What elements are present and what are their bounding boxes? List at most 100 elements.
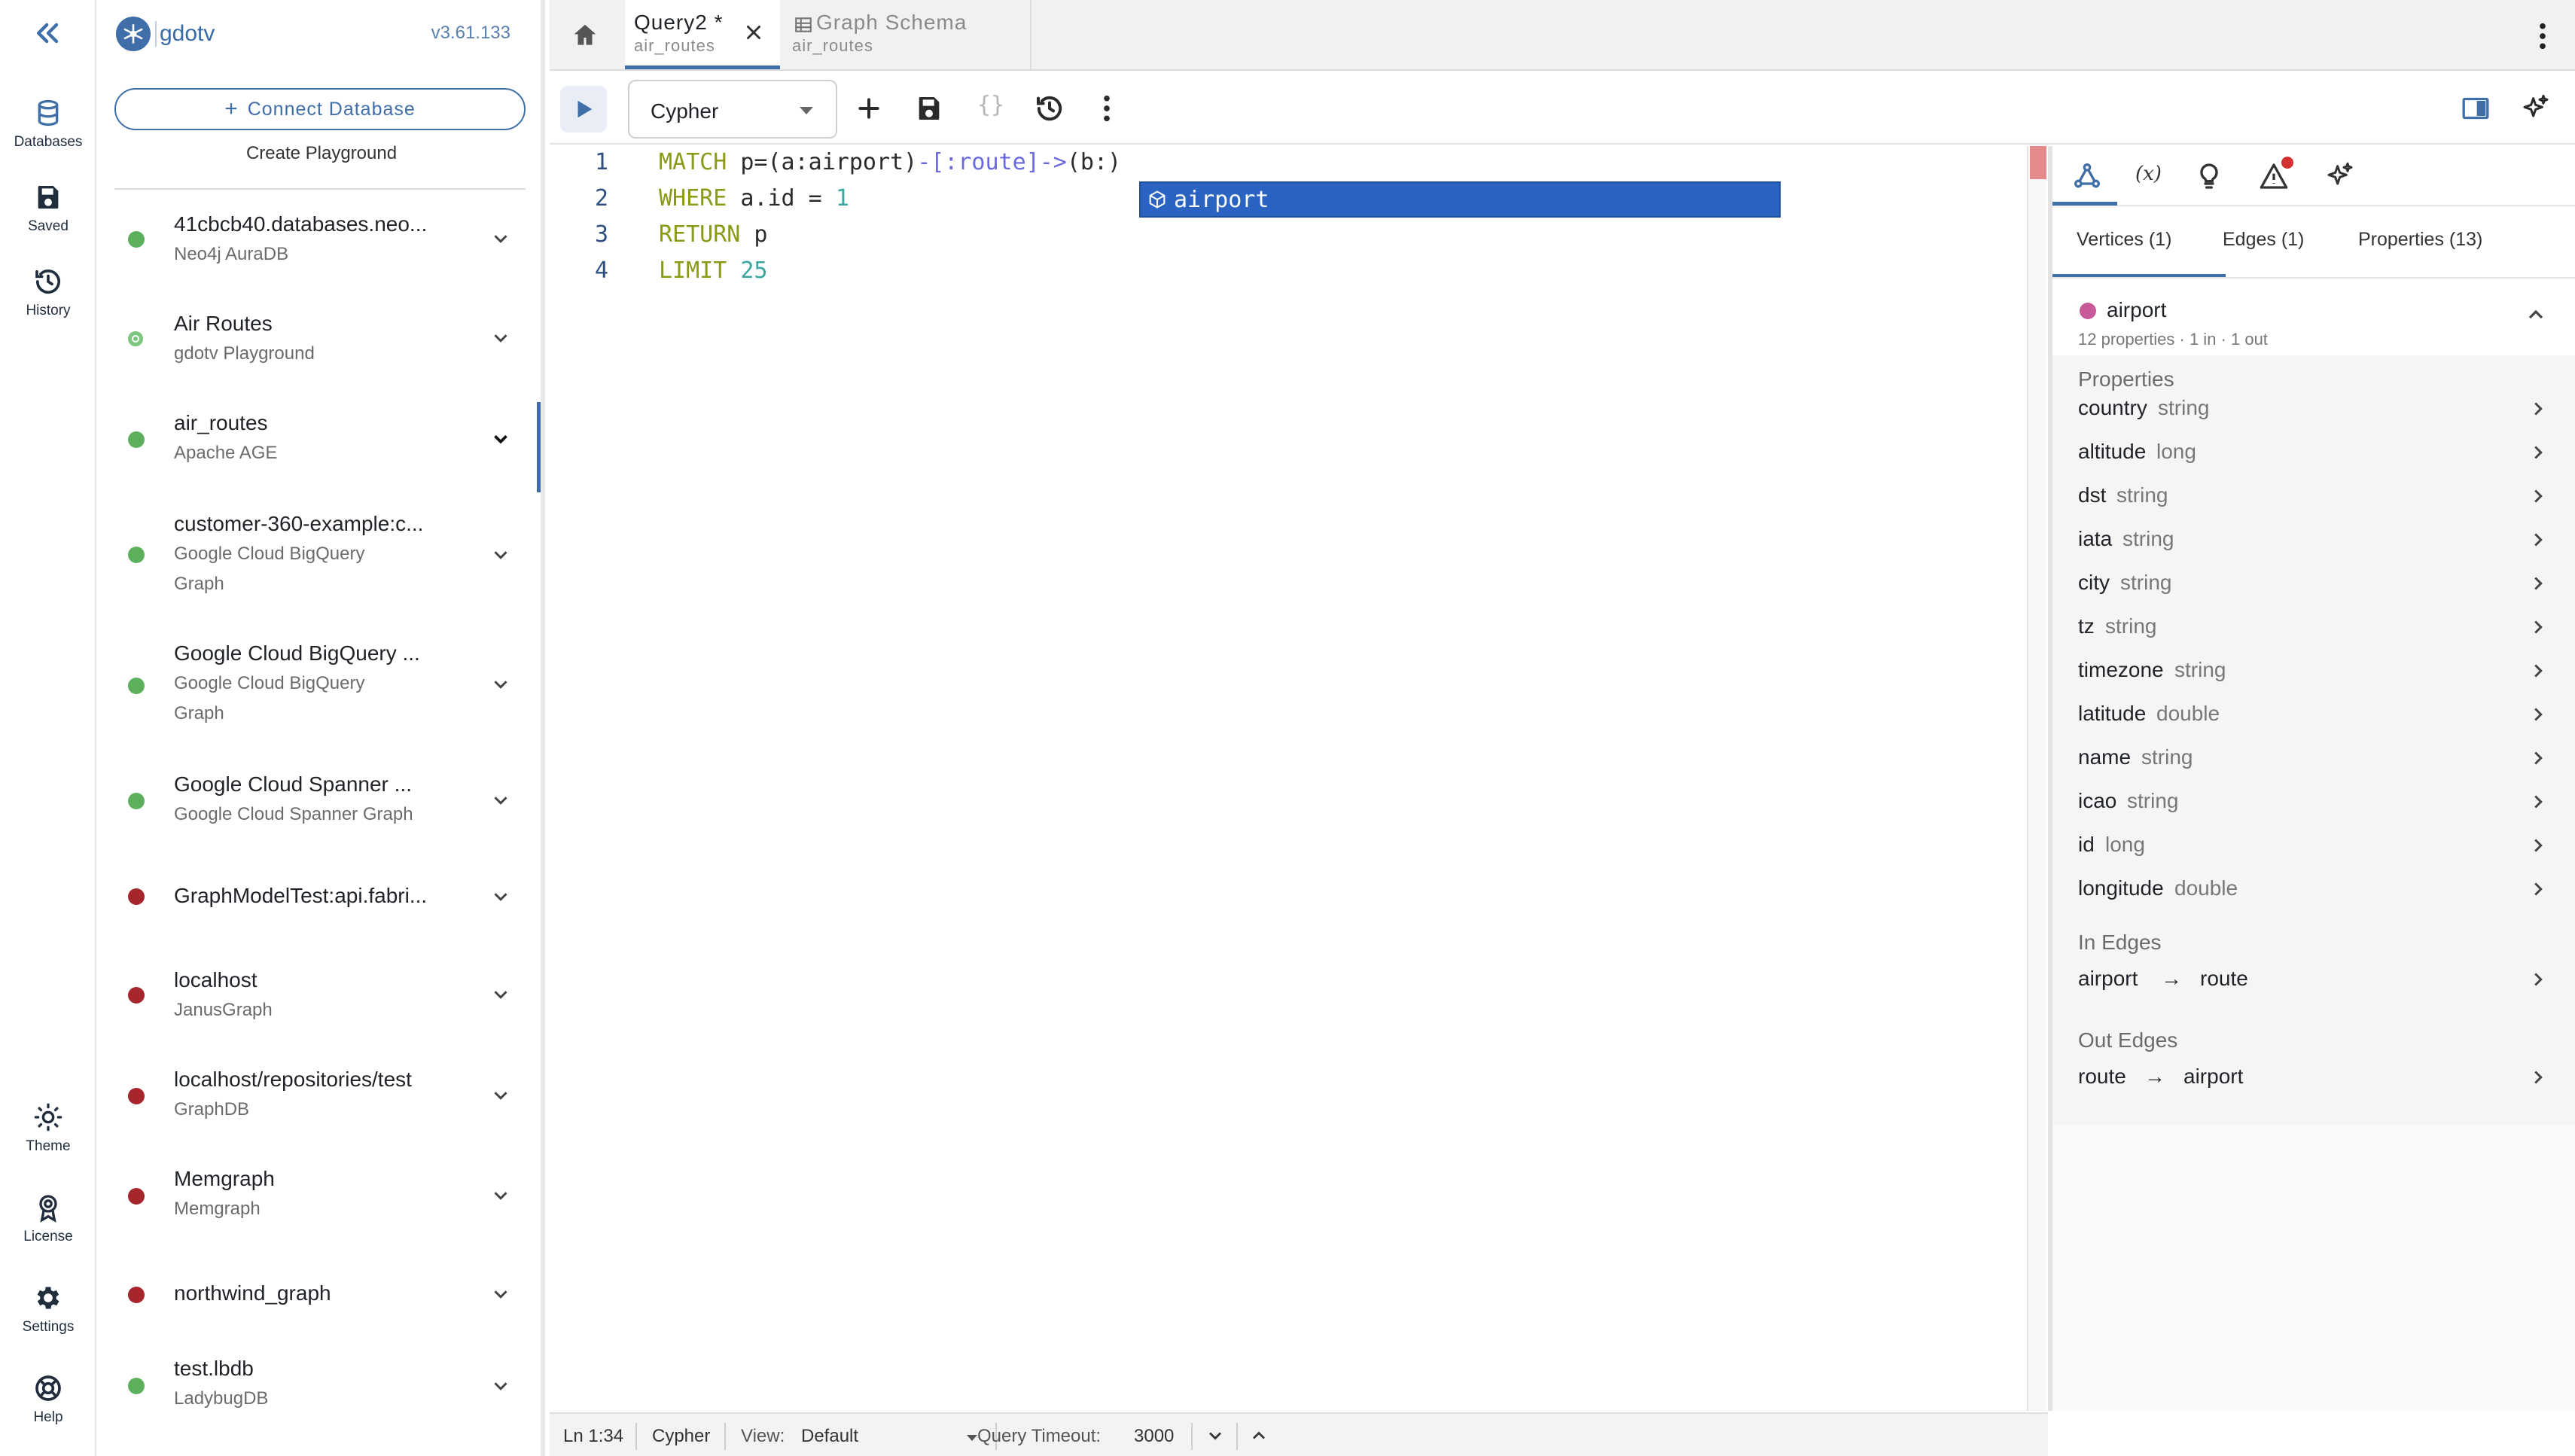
database-item[interactable]: customer-360-example:c... Google Cloud B… <box>98 501 541 614</box>
property-row[interactable]: timezone string <box>2052 649 2575 693</box>
vertex-header[interactable]: airport 12 properties · 1 in · 1 out <box>2052 280 2575 355</box>
ai-sparkle-icon[interactable] <box>2521 93 2551 123</box>
rail-databases-button[interactable]: Databases <box>0 98 96 151</box>
database-item[interactable]: 41cbcb40.databases.neo... Neo4j AuraDB <box>98 202 541 292</box>
save-query-icon[interactable] <box>914 93 944 123</box>
chevron-down-icon[interactable] <box>489 544 512 566</box>
editor-scrollbar[interactable] <box>2027 146 2046 1411</box>
tab-edges[interactable]: Edges (1) <box>2223 229 2304 251</box>
chevron-down-icon[interactable] <box>489 1184 512 1207</box>
database-item[interactable]: northwind_graph <box>98 1266 541 1327</box>
database-item[interactable]: Memgraph Memgraph <box>98 1158 541 1248</box>
property-row[interactable]: dst string <box>2052 474 2575 518</box>
in-edge-row[interactable]: airport → route <box>2052 958 2575 1001</box>
rail-license-button[interactable]: License <box>0 1193 96 1245</box>
database-item[interactable]: localhost JanusGraph <box>98 956 541 1046</box>
database-item[interactable]: Google Cloud Spanner ... Google Cloud Sp… <box>98 763 541 854</box>
property-row[interactable]: id long <box>2052 824 2575 867</box>
app-brand-name: gdotv <box>155 21 215 47</box>
property-row[interactable]: icao string <box>2052 780 2575 824</box>
chevron-down-icon[interactable] <box>489 1283 512 1305</box>
run-query-button[interactable] <box>560 86 607 133</box>
timeout-value[interactable]: 3000 <box>1134 1426 1174 1447</box>
line-number: 1 <box>595 149 609 175</box>
create-playground-link[interactable]: Create Playground <box>98 143 545 164</box>
property-name: icao <box>2078 789 2117 812</box>
property-row[interactable]: iata string <box>2052 518 2575 562</box>
code-number: 25 <box>740 257 768 284</box>
edge-from: route <box>2078 1065 2126 1088</box>
timeout-label: Query Timeout: <box>977 1426 1102 1446</box>
database-icon <box>38 99 59 126</box>
rail-help-button[interactable]: Help <box>0 1373 96 1426</box>
database-item-selected[interactable]: air_routes Apache AGE <box>98 402 541 492</box>
tab-title: Query2 * <box>634 11 724 34</box>
status-disconnected-dot <box>128 1188 145 1205</box>
rail-theme-button[interactable]: Theme <box>0 1102 96 1155</box>
format-query-icon[interactable]: {} <box>977 92 1007 122</box>
property-type: long <box>2105 833 2145 856</box>
variables-icon[interactable]: (x) <box>2135 163 2165 193</box>
rail-settings-button[interactable]: Settings <box>0 1283 96 1336</box>
autocomplete-suggestion[interactable]: airport <box>1139 181 1781 218</box>
collapse-sidebar-button[interactable] <box>0 17 96 50</box>
rail-history-button[interactable]: History <box>0 267 96 319</box>
connect-database-button[interactable]: + Connect Database <box>114 88 526 130</box>
database-title: customer-360-example:c... <box>174 512 424 535</box>
property-name: timezone <box>2078 658 2164 681</box>
out-edge-row[interactable]: route → airport <box>2052 1055 2575 1099</box>
chevron-down-icon[interactable] <box>489 673 512 696</box>
lifebuoy-icon <box>35 1375 61 1401</box>
property-row[interactable]: city string <box>2052 562 2575 605</box>
chevron-up-icon[interactable] <box>2524 303 2548 327</box>
ai-sparkle-icon[interactable] <box>2325 161 2355 191</box>
chevron-down-icon[interactable] <box>489 227 512 250</box>
chevron-right-icon <box>2534 1071 2543 1084</box>
property-row[interactable]: longitude double <box>2052 867 2575 911</box>
chevron-down-icon[interactable] <box>489 983 512 1006</box>
add-icon[interactable] <box>854 93 884 123</box>
tab-query2[interactable]: Query2 * air_routes <box>625 0 780 69</box>
database-item[interactable]: GraphModelTest:api.fabri... <box>98 866 541 926</box>
vertex-detail-card: airport 12 properties · 1 in · 1 out Pro… <box>2052 280 2575 1125</box>
home-icon[interactable] <box>571 21 599 50</box>
history-icon[interactable] <box>1035 93 1065 123</box>
chevron-down-icon[interactable] <box>489 789 512 812</box>
database-type-line2: Graph <box>174 574 224 594</box>
chevron-up-icon[interactable] <box>1248 1425 1269 1446</box>
close-icon[interactable] <box>742 21 765 44</box>
database-item[interactable]: Air Routes gdotv Playground <box>98 301 541 391</box>
tab-graph-schema[interactable]: Graph Schema air_routes <box>783 0 1032 69</box>
property-row[interactable]: latitude double <box>2052 693 2575 736</box>
property-type: string <box>2141 745 2193 769</box>
property-row[interactable]: name string <box>2052 736 2575 780</box>
chevron-down-icon[interactable] <box>1205 1425 1226 1446</box>
connect-database-label: Connect Database <box>247 98 416 120</box>
database-item[interactable]: test.lbdb LadybugDB <box>98 1348 541 1438</box>
database-type: Neo4j AuraDB <box>174 244 289 264</box>
rail-saved-button[interactable]: Saved <box>0 182 96 235</box>
status-divider <box>724 1423 726 1450</box>
database-item[interactable]: localhost/repositories/test GraphDB <box>98 1057 541 1147</box>
tab-properties[interactable]: Properties (13) <box>2358 229 2482 251</box>
more-vertical-icon[interactable] <box>1099 93 1114 123</box>
sun-icon <box>34 1103 62 1132</box>
lightbulb-icon[interactable] <box>2194 161 2224 191</box>
chevron-down-icon[interactable] <box>489 428 512 450</box>
toggle-side-panel-icon[interactable] <box>2461 93 2491 123</box>
chevron-down-icon[interactable] <box>489 1084 512 1107</box>
property-row[interactable]: country string <box>2052 387 2575 431</box>
property-row[interactable]: tz string <box>2052 605 2575 649</box>
chevron-down-icon[interactable] <box>489 1375 512 1397</box>
code-editor[interactable]: 1 2 3 4 MATCH p=(a:airport)-[:route]->(b… <box>550 146 2046 1411</box>
graph-schema-icon[interactable] <box>2072 161 2102 191</box>
status-connected-dot <box>128 231 145 248</box>
property-row[interactable]: altitude long <box>2052 431 2575 474</box>
query-language-select[interactable]: Cypher <box>628 80 837 139</box>
chevron-down-icon[interactable] <box>489 885 512 908</box>
database-item[interactable]: Google Cloud BigQuery ... Google Cloud B… <box>98 632 541 745</box>
view-select[interactable]: Default <box>801 1414 989 1456</box>
more-vertical-icon[interactable] <box>2531 21 2554 51</box>
chevron-down-icon[interactable] <box>489 327 512 349</box>
tab-vertices[interactable]: Vertices (1) <box>2077 229 2171 251</box>
